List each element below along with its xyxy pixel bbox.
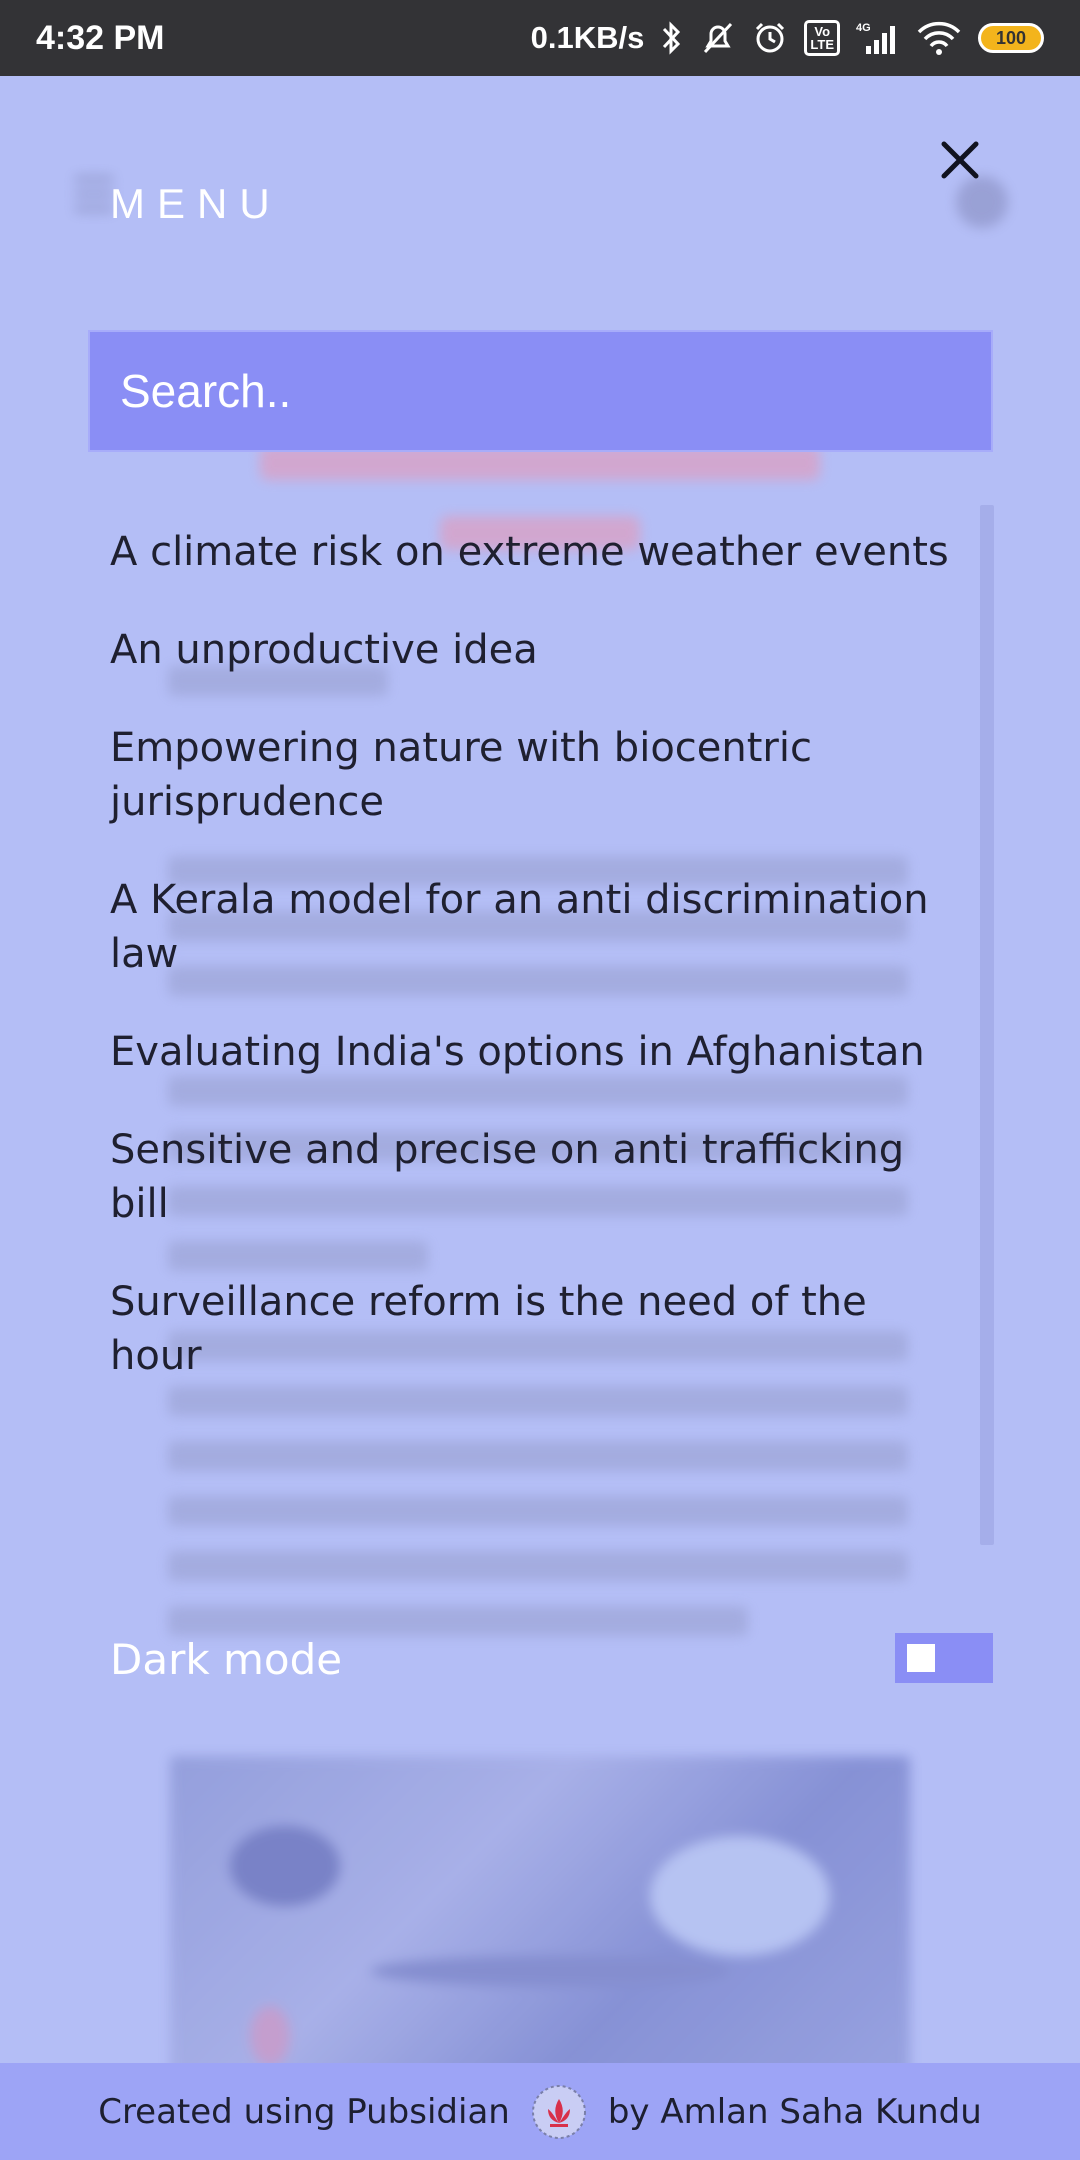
article-link[interactable]: A climate risk on extreme weather events	[110, 525, 970, 579]
alarm-icon	[752, 18, 788, 58]
search-input[interactable]	[88, 330, 993, 452]
volte-icon: Vo LTE	[804, 18, 840, 58]
dark-mode-label: Dark mode	[110, 1635, 343, 1684]
article-link[interactable]: A Kerala model for an anti discriminatio…	[110, 873, 970, 981]
status-icons: 0.1KB/s Vo LTE 4G 100	[531, 18, 1044, 58]
dark-mode-toggle-knob	[907, 1644, 935, 1672]
article-link[interactable]: Surveillance reform is the need of the h…	[110, 1275, 970, 1383]
article-link[interactable]: Sensitive and precise on anti traffickin…	[110, 1123, 970, 1231]
footer-author-text: by Amlan Saha Kundu	[607, 2091, 982, 2132]
article-list-scrollbar[interactable]	[980, 505, 994, 1545]
svg-text:4G: 4G	[856, 22, 871, 34]
status-bar: 4:32 PM 0.1KB/s Vo LTE 4G 100	[0, 0, 1080, 76]
menu-title: MENU	[110, 180, 282, 227]
signal-icon: 4G	[856, 18, 900, 58]
footer-created-text: Created using Pubsidian	[98, 2091, 510, 2132]
network-speed: 0.1KB/s	[530, 20, 645, 55]
pubsidian-logo-icon	[531, 2084, 586, 2139]
close-button[interactable]	[930, 130, 990, 190]
article-link[interactable]: Empowering nature with biocentric jurisp…	[110, 721, 970, 829]
close-icon	[941, 141, 979, 179]
bluetooth-icon	[660, 18, 684, 58]
battery-indicator: 100	[978, 23, 1044, 53]
dark-mode-toggle[interactable]	[895, 1633, 993, 1683]
article-link[interactable]: Evaluating India's options in Afghanista…	[110, 1025, 970, 1079]
dark-mode-row: Dark mode	[110, 1630, 993, 1690]
footer: Created using Pubsidian by Amlan Saha Ku…	[0, 2063, 1080, 2160]
article-list: A climate risk on extreme weather events…	[88, 505, 994, 1545]
article-link[interactable]: An unproductive idea	[110, 623, 970, 677]
mute-vibrate-icon	[700, 18, 736, 58]
article-items: A climate risk on extreme weather events…	[88, 505, 994, 1383]
status-time: 4:32 PM	[36, 18, 165, 57]
wifi-icon	[916, 18, 962, 58]
background-hamburger-icon	[74, 176, 114, 216]
